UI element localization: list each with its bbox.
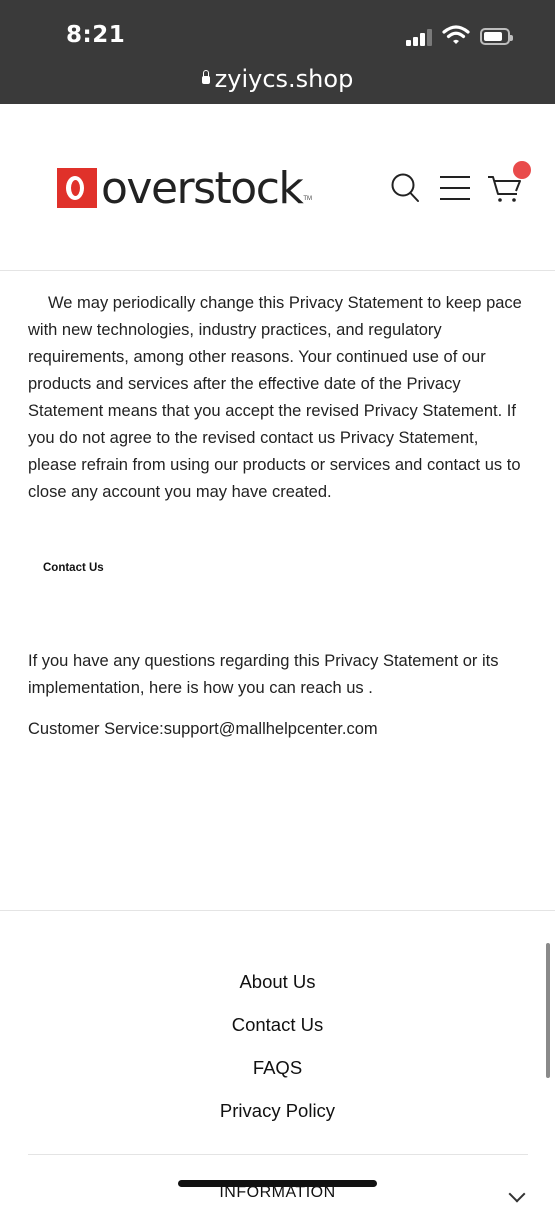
footer-link-privacy-policy[interactable]: Privacy Policy bbox=[0, 1093, 555, 1136]
customer-service-email: Customer Service:support@mallhelpcenter.… bbox=[28, 720, 378, 738]
home-indicator[interactable] bbox=[178, 1180, 377, 1187]
url-text: zyiycs.shop bbox=[214, 65, 354, 93]
lock-icon bbox=[201, 70, 210, 84]
logo-text: overstock bbox=[101, 162, 304, 214]
status-bar: 8:21 zyiycs.shop bbox=[0, 0, 555, 104]
footer-divider-2 bbox=[28, 1154, 528, 1155]
footer-link-about-us[interactable]: About Us bbox=[0, 964, 555, 1007]
footer-link-faqs[interactable]: FAQS bbox=[0, 1050, 555, 1093]
footer-divider bbox=[0, 910, 555, 911]
search-icon[interactable] bbox=[390, 172, 420, 204]
status-time: 8:21 bbox=[66, 22, 126, 48]
privacy-content: We may periodically change this Privacy … bbox=[28, 290, 528, 506]
wifi-icon bbox=[442, 25, 470, 44]
menu-icon[interactable] bbox=[439, 175, 471, 201]
site-header: overstock TM bbox=[0, 104, 555, 271]
logo-mark-icon bbox=[57, 168, 97, 208]
overstock-logo[interactable]: overstock TM bbox=[57, 163, 313, 214]
contact-paragraph: If you have any questions regarding this… bbox=[28, 652, 499, 697]
footer-nav: About Us Contact Us FAQS Privacy Policy bbox=[0, 964, 555, 1136]
contact-us-heading: Contact Us bbox=[43, 562, 104, 574]
battery-icon bbox=[480, 28, 513, 45]
footer-link-contact-us[interactable]: Contact Us bbox=[0, 1007, 555, 1050]
logo-trademark: TM bbox=[303, 196, 313, 202]
cellular-signal-icon bbox=[406, 28, 434, 46]
cart-badge bbox=[513, 161, 531, 179]
privacy-change-paragraph: We may periodically change this Privacy … bbox=[28, 294, 522, 501]
scrollbar[interactable] bbox=[546, 943, 550, 1078]
address-bar[interactable]: zyiycs.shop bbox=[0, 65, 555, 93]
